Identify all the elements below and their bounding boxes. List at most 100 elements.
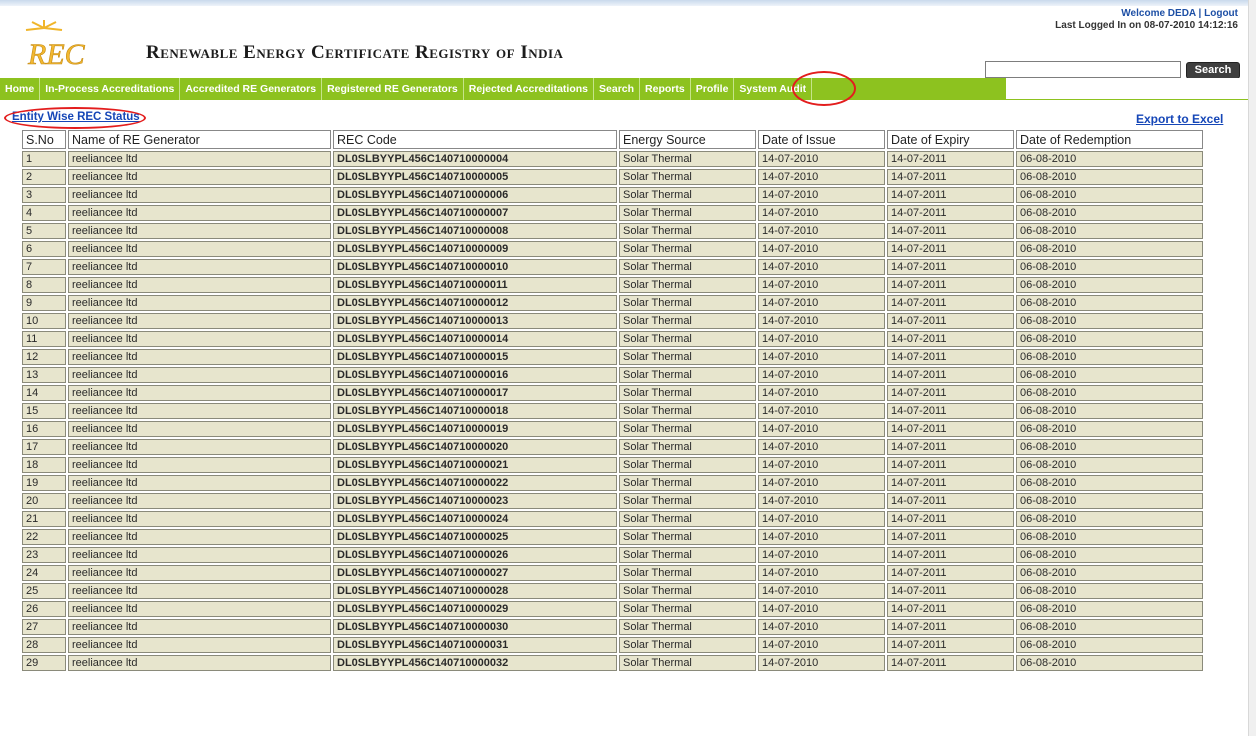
cell-rec-code: DL0SLBYYPL456C140710000026 (333, 547, 617, 563)
cell-rec-code: DL0SLBYYPL456C140710000031 (333, 637, 617, 653)
cell-date-of-redemption: 06-08-2010 (1016, 529, 1203, 545)
cell-energy-source: Solar Thermal (619, 151, 756, 167)
cell-date-of-issue: 14-07-2010 (758, 439, 885, 455)
cell-date-of-redemption: 06-08-2010 (1016, 439, 1203, 455)
cell-date-of-issue: 14-07-2010 (758, 403, 885, 419)
cell-rec-code: DL0SLBYYPL456C140710000021 (333, 457, 617, 473)
cell-energy-source: Solar Thermal (619, 277, 756, 293)
cell-date-of-redemption: 06-08-2010 (1016, 583, 1203, 599)
cell-energy-source: Solar Thermal (619, 475, 756, 491)
table-row: 7 reeliancee ltd DL0SLBYYPL456C14071000001… (22, 259, 1203, 275)
cell-energy-source: Solar Thermal (619, 259, 756, 275)
column-header-rec-code: REC Code (333, 130, 617, 149)
cell-date-of-issue: 14-07-2010 (758, 367, 885, 383)
cell-energy-source: Solar Thermal (619, 403, 756, 419)
cell-date-of-expiry: 14-07-2011 (887, 277, 1014, 293)
cell-sno: 20 (22, 493, 66, 509)
table-row: 15 reeliancee ltd DL0SLBYYPL456C1407100000… (22, 403, 1203, 419)
cell-sno: 7 (22, 259, 66, 275)
table-row: 3 reeliancee ltd DL0SLBYYPL456C14071000000… (22, 187, 1203, 203)
cell-energy-source: Solar Thermal (619, 313, 756, 329)
vertical-scrollbar[interactable] (1248, 0, 1256, 736)
page-heading[interactable]: Entity Wise REC Status (12, 111, 140, 123)
cell-energy-source: Solar Thermal (619, 637, 756, 653)
welcome-user-link[interactable]: Welcome DEDA (1121, 8, 1195, 19)
cell-energy-source: Solar Thermal (619, 547, 756, 563)
cell-date-of-issue: 14-07-2010 (758, 187, 885, 203)
table-row: 8 reeliancee ltd DL0SLBYYPL456C14071000001… (22, 277, 1203, 293)
cell-date-of-redemption: 06-08-2010 (1016, 169, 1203, 185)
cell-sno: 14 (22, 385, 66, 401)
cell-rec-code: DL0SLBYYPL456C140710000019 (333, 421, 617, 437)
logout-link[interactable]: Logout (1204, 8, 1238, 19)
cell-date-of-issue: 14-07-2010 (758, 493, 885, 509)
cell-sno: 28 (22, 637, 66, 653)
cell-date-of-redemption: 06-08-2010 (1016, 403, 1203, 419)
table-row: 4 reeliancee ltd DL0SLBYYPL456C14071000000… (22, 205, 1203, 221)
cell-date-of-issue: 14-07-2010 (758, 385, 885, 401)
cell-energy-source: Solar Thermal (619, 565, 756, 581)
cell-energy-source: Solar Thermal (619, 439, 756, 455)
cell-sno: 11 (22, 331, 66, 347)
nav-item-system-audit[interactable]: System Audit (734, 78, 813, 100)
cell-sno: 1 (22, 151, 66, 167)
nav-item-accredited-re-generators[interactable]: Accredited RE Generators (180, 78, 323, 100)
cell-rec-code: DL0SLBYYPL456C140710000015 (333, 349, 617, 365)
cell-rec-code: DL0SLBYYPL456C140710000012 (333, 295, 617, 311)
search-input[interactable] (985, 61, 1181, 78)
cell-rec-code: DL0SLBYYPL456C140710000004 (333, 151, 617, 167)
table-row: 10 reeliancee ltd DL0SLBYYPL456C1407100000… (22, 313, 1203, 329)
cell-date-of-issue: 14-07-2010 (758, 205, 885, 221)
rec-logo: REC (25, 20, 86, 71)
cell-date-of-redemption: 06-08-2010 (1016, 313, 1203, 329)
cell-date-of-issue: 14-07-2010 (758, 637, 885, 653)
cell-energy-source: Solar Thermal (619, 169, 756, 185)
nav-item-rejected-accreditations[interactable]: Rejected Accreditations (464, 78, 595, 100)
column-header-sno: S.No (22, 130, 66, 149)
cell-date-of-expiry: 14-07-2011 (887, 259, 1014, 275)
table-row: 6 reeliancee ltd DL0SLBYYPL456C14071000000… (22, 241, 1203, 257)
cell-date-of-issue: 14-07-2010 (758, 655, 885, 671)
cell-rec-code: DL0SLBYYPL456C140710000013 (333, 313, 617, 329)
nav-item-home[interactable]: Home (0, 78, 41, 100)
cell-date-of-issue: 14-07-2010 (758, 601, 885, 617)
cell-date-of-expiry: 14-07-2011 (887, 241, 1014, 257)
cell-date-of-redemption: 06-08-2010 (1016, 457, 1203, 473)
cell-date-of-expiry: 14-07-2011 (887, 583, 1014, 599)
search-button[interactable]: Search (1186, 62, 1240, 79)
nav-item-registered-re-generators[interactable]: Registered RE Generators (322, 78, 464, 100)
cell-date-of-expiry: 14-07-2011 (887, 187, 1014, 203)
cell-generator-name: reeliancee ltd (68, 205, 331, 221)
cell-date-of-issue: 14-07-2010 (758, 349, 885, 365)
cell-date-of-redemption: 06-08-2010 (1016, 385, 1203, 401)
cell-date-of-expiry: 14-07-2011 (887, 529, 1014, 545)
cell-rec-code: DL0SLBYYPL456C140710000010 (333, 259, 617, 275)
cell-generator-name: reeliancee ltd (68, 187, 331, 203)
export-to-excel-link[interactable]: Export to Excel (1136, 112, 1223, 126)
nav-item-reports[interactable]: Reports (640, 78, 691, 100)
table-row: 1 reeliancee ltd DL0SLBYYPL456C14071000000… (22, 151, 1203, 167)
table-row: 13 reeliancee ltd DL0SLBYYPL456C1407100000… (22, 367, 1203, 383)
nav-item-in-process-accreditations[interactable]: In-Process Accreditations (40, 78, 181, 100)
cell-sno: 16 (22, 421, 66, 437)
cell-energy-source: Solar Thermal (619, 367, 756, 383)
cell-rec-code: DL0SLBYYPL456C140710000014 (333, 331, 617, 347)
cell-sno: 29 (22, 655, 66, 671)
cell-sno: 8 (22, 277, 66, 293)
cell-sno: 13 (22, 367, 66, 383)
cell-energy-source: Solar Thermal (619, 457, 756, 473)
nav-item-profile[interactable]: Profile (691, 78, 735, 100)
cell-rec-code: DL0SLBYYPL456C140710000028 (333, 583, 617, 599)
column-header-date-of-expiry: Date of Expiry (887, 130, 1014, 149)
table-row: 26 reeliancee ltd DL0SLBYYPL456C1407100000… (22, 601, 1203, 617)
cell-date-of-expiry: 14-07-2011 (887, 295, 1014, 311)
cell-date-of-redemption: 06-08-2010 (1016, 367, 1203, 383)
cell-generator-name: reeliancee ltd (68, 547, 331, 563)
cell-date-of-issue: 14-07-2010 (758, 565, 885, 581)
cell-date-of-expiry: 14-07-2011 (887, 403, 1014, 419)
cell-generator-name: reeliancee ltd (68, 421, 331, 437)
cell-date-of-redemption: 06-08-2010 (1016, 511, 1203, 527)
cell-rec-code: DL0SLBYYPL456C140710000020 (333, 439, 617, 455)
cell-generator-name: reeliancee ltd (68, 565, 331, 581)
nav-item-search[interactable]: Search (594, 78, 641, 100)
